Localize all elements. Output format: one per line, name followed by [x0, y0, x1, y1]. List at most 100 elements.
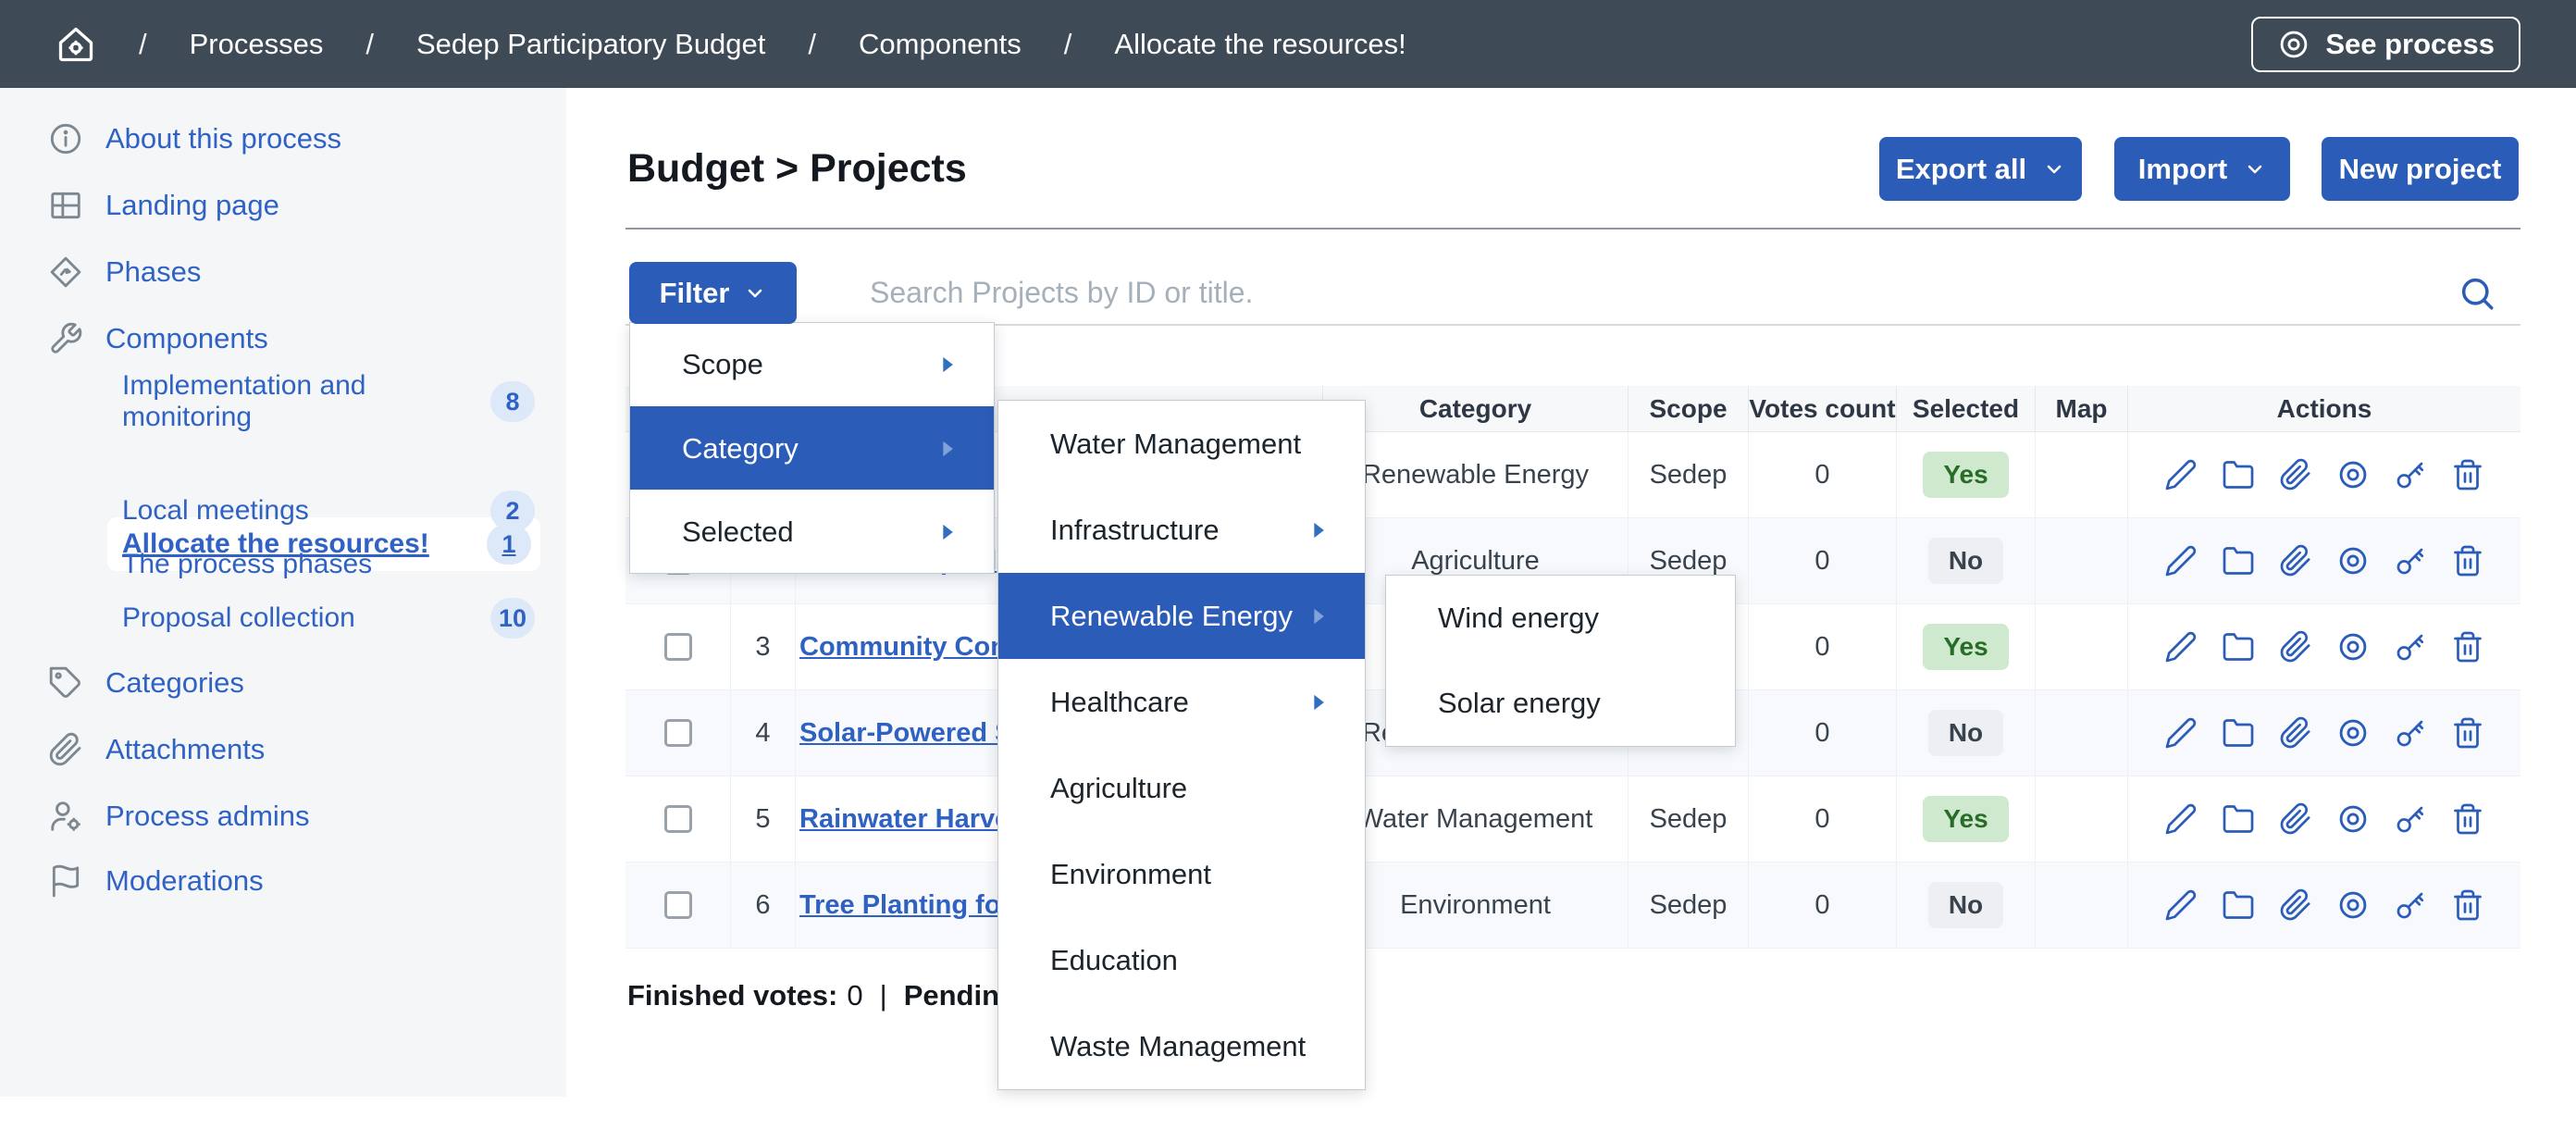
attachment-icon[interactable] [2279, 716, 2312, 750]
count-badge: 10 [490, 598, 535, 639]
sidebar-item-proposal-collection[interactable]: Proposal collection 10 [122, 598, 535, 639]
filter-menu-item-selected[interactable]: Selected [630, 490, 994, 573]
edit-icon[interactable] [2164, 716, 2198, 750]
top-navbar: / Processes / Sedep Participatory Budget… [0, 0, 2576, 88]
permissions-key-icon[interactable] [2394, 458, 2427, 491]
edit-icon[interactable] [2164, 802, 2198, 836]
menu-item-label: Waste Management [1050, 1030, 1306, 1063]
edit-icon[interactable] [2164, 888, 2198, 922]
attachment-icon[interactable] [2279, 458, 2312, 491]
edit-icon[interactable] [2164, 458, 2198, 491]
permissions-key-icon[interactable] [2394, 544, 2427, 577]
sidebar-item-landing-page[interactable]: Landing page [48, 185, 279, 226]
folder-icon[interactable] [2222, 802, 2255, 836]
edit-icon[interactable] [2164, 630, 2198, 664]
row-checkbox[interactable] [664, 805, 692, 833]
category-submenu: Water Management Infrastructure Renewabl… [997, 400, 1366, 1090]
category-item-healthcare[interactable]: Healthcare [998, 659, 1365, 745]
search-input[interactable]: Search Projects by ID or title. [870, 262, 2387, 324]
permissions-key-icon[interactable] [2394, 888, 2427, 922]
preview-icon[interactable] [2336, 802, 2370, 836]
sidebar-subitem-label: Local meetings [122, 495, 309, 527]
attachment-icon[interactable] [2279, 544, 2312, 577]
project-title-link[interactable]: Community Con [799, 632, 1007, 663]
preview-icon[interactable] [2336, 458, 2370, 491]
delete-icon[interactable] [2451, 716, 2484, 750]
row-checkbox[interactable] [664, 719, 692, 747]
category-item-waste-management[interactable]: Waste Management [998, 1003, 1365, 1089]
attachment-icon[interactable] [2279, 630, 2312, 664]
permissions-key-icon[interactable] [2394, 802, 2427, 836]
sidebar-item-phases[interactable]: Phases [48, 252, 201, 292]
sidebar-item-moderations[interactable]: Moderations [48, 861, 264, 901]
submenu-arrow-icon [1306, 603, 1331, 629]
permissions-key-icon[interactable] [2394, 630, 2427, 664]
delete-icon[interactable] [2451, 544, 2484, 577]
category-item-water-management[interactable]: Water Management [998, 401, 1365, 487]
sidebar-item-process-admins[interactable]: Process admins [48, 796, 310, 837]
breadcrumb-current-component[interactable]: Allocate the resources! [1114, 28, 1406, 61]
row-checkbox[interactable] [664, 633, 692, 661]
paperclip-icon [48, 732, 83, 767]
row-actions [2128, 432, 2520, 518]
sidebar-item-components[interactable]: Components [48, 318, 268, 359]
preview-icon[interactable] [2336, 888, 2370, 922]
project-title-link[interactable]: Rainwater Harve [799, 804, 1009, 835]
export-all-button[interactable]: Export all [1879, 137, 2082, 201]
category-item-education[interactable]: Education [998, 917, 1365, 1003]
folder-icon[interactable] [2222, 716, 2255, 750]
menu-item-label: Infrastructure [1050, 514, 1220, 547]
category-item-agriculture[interactable]: Agriculture [998, 745, 1365, 831]
sidebar-item-about[interactable]: About this process [48, 118, 341, 159]
new-project-label: New project [2339, 153, 2502, 186]
sidebar-item-process-phases[interactable]: The process phases [122, 544, 535, 585]
breadcrumb-processes[interactable]: Processes [190, 28, 324, 61]
row-id: 4 [731, 690, 796, 776]
folder-icon[interactable] [2222, 630, 2255, 664]
permissions-key-icon[interactable] [2394, 716, 2427, 750]
preview-icon[interactable] [2336, 544, 2370, 577]
attachment-icon[interactable] [2279, 888, 2312, 922]
filter-menu-item-scope[interactable]: Scope [630, 323, 994, 406]
folder-icon[interactable] [2222, 544, 2255, 577]
delete-icon[interactable] [2451, 458, 2484, 491]
filter-menu-item-category[interactable]: Category [630, 406, 994, 490]
import-button[interactable]: Import [2114, 137, 2290, 201]
delete-icon[interactable] [2451, 630, 2484, 664]
project-title-link[interactable]: Tree Planting fo [799, 890, 1001, 921]
folder-icon[interactable] [2222, 888, 2255, 922]
row-id: 5 [731, 776, 796, 863]
eye-icon [2277, 28, 2310, 61]
page-title: Budget > Projects [627, 146, 967, 192]
category-item-renewable-energy[interactable]: Renewable Energy [998, 573, 1365, 659]
breadcrumb-process-name[interactable]: Sedep Participatory Budget [416, 28, 765, 61]
row-checkbox[interactable] [664, 891, 692, 919]
row-votes-count: 0 [1749, 690, 1897, 776]
see-process-label: See process [2325, 28, 2495, 61]
subcategory-item-solar-energy[interactable]: Solar energy [1386, 661, 1735, 746]
sidebar-item-attachments[interactable]: Attachments [48, 729, 265, 770]
filter-button[interactable]: Filter [629, 262, 797, 324]
delete-icon[interactable] [2451, 802, 2484, 836]
finished-votes-label: Finished votes: [627, 979, 837, 1012]
new-project-button[interactable]: New project [2322, 137, 2519, 201]
subcategory-item-wind-energy[interactable]: Wind energy [1386, 576, 1735, 661]
delete-icon[interactable] [2451, 888, 2484, 922]
sidebar-item-categories[interactable]: Categories [48, 663, 244, 703]
home-icon[interactable] [56, 24, 96, 65]
preview-icon[interactable] [2336, 630, 2370, 664]
folder-icon[interactable] [2222, 458, 2255, 491]
preview-icon[interactable] [2336, 716, 2370, 750]
sidebar-item-local-meetings[interactable]: Local meetings 2 [122, 490, 535, 531]
category-item-environment[interactable]: Environment [998, 831, 1365, 917]
search-icon[interactable] [2458, 274, 2496, 313]
project-title-link[interactable]: Solar-Powered S [799, 718, 1012, 749]
attachment-icon[interactable] [2279, 802, 2312, 836]
edit-icon[interactable] [2164, 544, 2198, 577]
breadcrumb-components[interactable]: Components [859, 28, 1022, 61]
header-actions: Actions [2128, 386, 2520, 432]
sidebar-item-implementation-monitoring[interactable]: Implementation and monitoring 8 [122, 381, 535, 422]
see-process-button[interactable]: See process [2251, 17, 2520, 72]
sidebar-item-label: Moderations [105, 864, 264, 898]
category-item-infrastructure[interactable]: Infrastructure [998, 487, 1365, 573]
